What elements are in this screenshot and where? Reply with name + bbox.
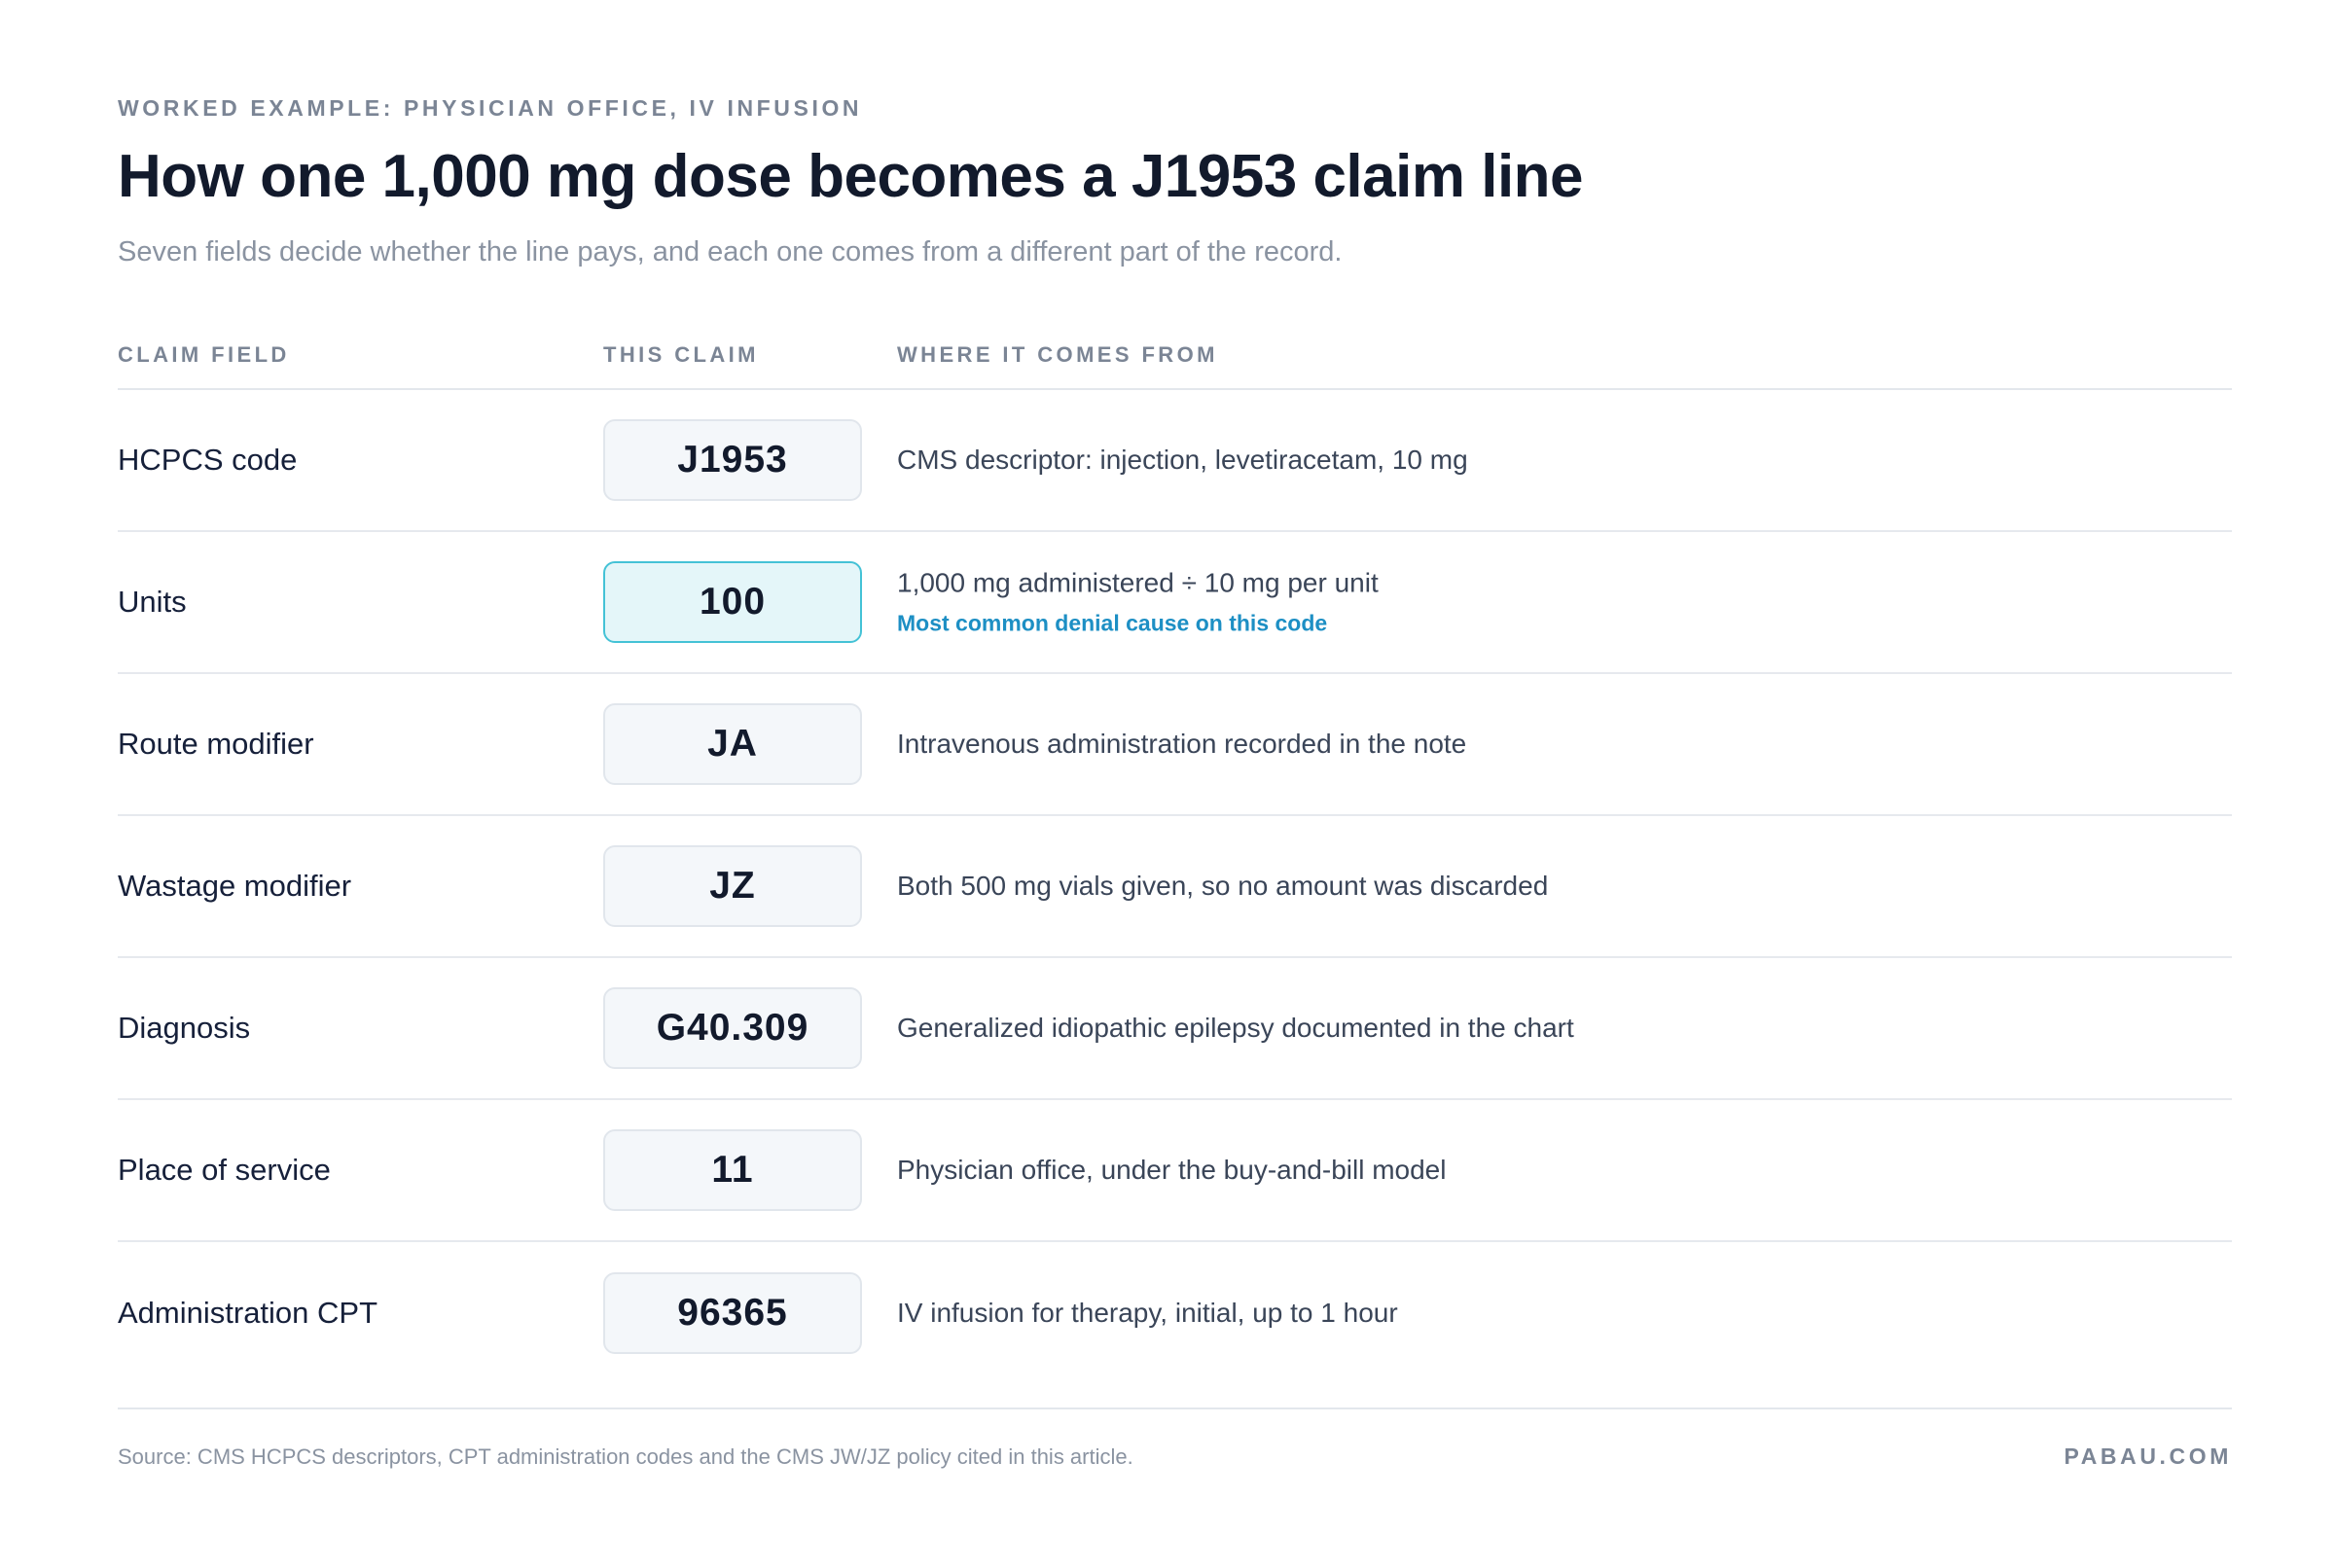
column-header-claim-field: CLAIM FIELD xyxy=(118,342,290,367)
claim-value-pill: 11 xyxy=(603,1129,862,1211)
footer-divider xyxy=(118,1408,2232,1409)
claim-field-label: Administration CPT xyxy=(118,1296,378,1330)
claim-field-label: Wastage modifier xyxy=(118,869,352,903)
claim-table: HCPCS code J1953 CMS descriptor: injecti… xyxy=(118,390,2232,1384)
claim-field-label: Place of service xyxy=(118,1153,331,1187)
table-row: Wastage modifier JZ Both 500 mg vials gi… xyxy=(118,816,2232,958)
column-header-source: WHERE IT COMES FROM xyxy=(897,342,1218,367)
table-row: Diagnosis G40.309 Generalized idiopathic… xyxy=(118,958,2232,1100)
source-text: Both 500 mg vials given, so no amount wa… xyxy=(897,871,1549,901)
source-footnote: Source: CMS HCPCS descriptors, CPT admin… xyxy=(118,1444,1133,1469)
page-title: How one 1,000 mg dose becomes a J1953 cl… xyxy=(118,143,1584,210)
claim-value-pill: G40.309 xyxy=(603,987,862,1069)
claim-value-pill: JZ xyxy=(603,845,862,927)
column-header-this-claim: THIS CLAIM xyxy=(603,342,759,367)
source-text: IV infusion for therapy, initial, up to … xyxy=(897,1298,1398,1328)
table-header: CLAIM FIELD THIS CLAIM WHERE IT COMES FR… xyxy=(118,342,2232,372)
source-text: Generalized idiopathic epilepsy document… xyxy=(897,1013,1574,1043)
source-text: CMS descriptor: injection, levetiracetam… xyxy=(897,445,1468,475)
denial-warning-note: Most common denial cause on this code xyxy=(897,610,1328,636)
eyebrow: WORKED EXAMPLE: PHYSICIAN OFFICE, IV INF… xyxy=(118,95,863,121)
claim-value-pill: JA xyxy=(603,703,862,785)
claim-value-pill-highlighted: 100 xyxy=(603,561,862,643)
source-text: Physician office, under the buy-and-bill… xyxy=(897,1155,1447,1185)
table-row: Administration CPT 96365 IV infusion for… xyxy=(118,1242,2232,1384)
claim-field-label: Units xyxy=(118,585,187,619)
table-row: Route modifier JA Intravenous administra… xyxy=(118,674,2232,816)
brand-wordmark: PABAU.COM xyxy=(2064,1443,2232,1469)
claim-field-label: Diagnosis xyxy=(118,1011,251,1045)
claim-value-pill: J1953 xyxy=(603,419,862,501)
table-row: Place of service 11 Physician office, un… xyxy=(118,1100,2232,1242)
table-row: Units 100 1,000 mg administered ÷ 10 mg … xyxy=(118,532,2232,674)
claim-value-pill: 96365 xyxy=(603,1272,862,1354)
page-subtitle: Seven fields decide whether the line pay… xyxy=(118,236,1343,267)
table-row: HCPCS code J1953 CMS descriptor: injecti… xyxy=(118,390,2232,532)
claim-field-label: Route modifier xyxy=(118,727,314,761)
source-text: 1,000 mg administered ÷ 10 mg per unit xyxy=(897,567,1379,598)
source-text: Intravenous administration recorded in t… xyxy=(897,729,1467,759)
worked-example-card: WORKED EXAMPLE: PHYSICIAN OFFICE, IV INF… xyxy=(118,0,2232,1568)
claim-field-label: HCPCS code xyxy=(118,443,298,477)
source-cell: 1,000 mg administered ÷ 10 mg per unit M… xyxy=(897,568,1379,637)
